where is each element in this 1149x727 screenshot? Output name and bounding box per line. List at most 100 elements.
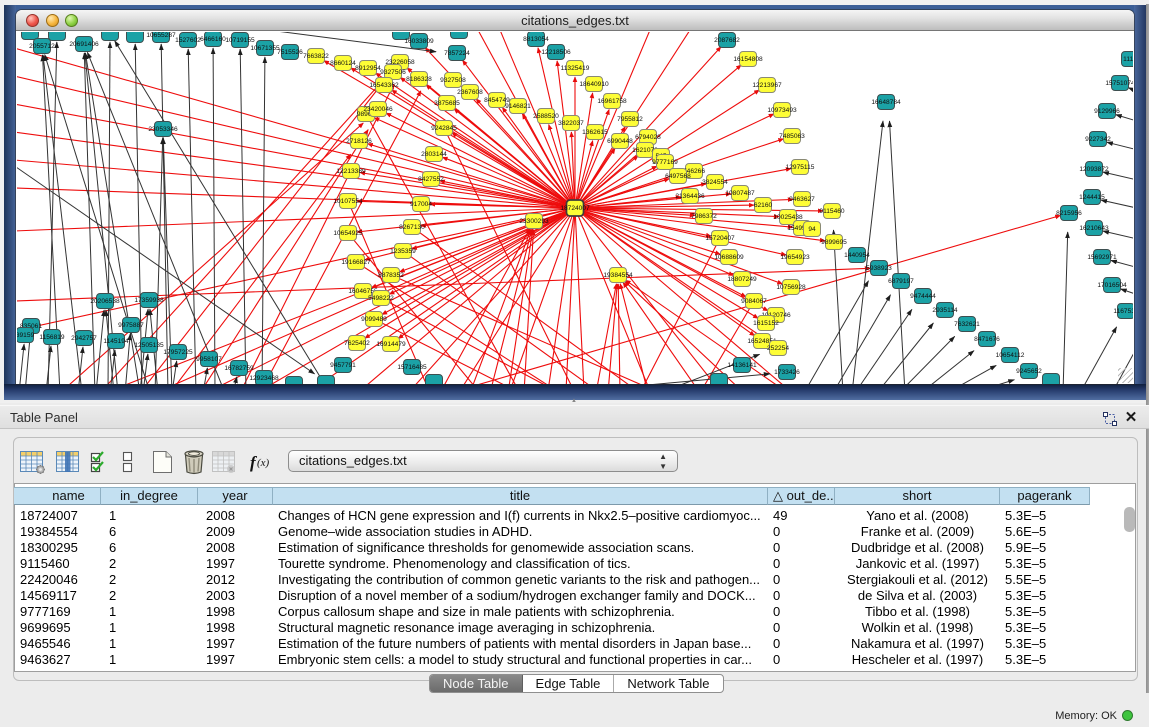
svg-text:18807249: 18807249 bbox=[727, 276, 757, 283]
svg-text:8427552: 8427552 bbox=[418, 176, 444, 183]
svg-text:2718126: 2718126 bbox=[346, 138, 372, 145]
svg-text:19166827: 19166827 bbox=[341, 259, 371, 266]
svg-text:9146821: 9146821 bbox=[505, 103, 531, 110]
svg-text:10688609: 10688609 bbox=[714, 254, 744, 261]
svg-text:9899695: 9899695 bbox=[821, 239, 847, 246]
svg-text:7515526: 7515526 bbox=[277, 49, 303, 56]
svg-text:17957225: 17957225 bbox=[163, 349, 193, 356]
svg-text:15751074: 15751074 bbox=[1105, 80, 1133, 87]
svg-text:15716485: 15716485 bbox=[397, 364, 427, 371]
svg-text:11325419: 11325419 bbox=[561, 65, 590, 72]
svg-text:94: 94 bbox=[808, 226, 816, 233]
svg-text:7625402: 7625402 bbox=[344, 340, 370, 347]
svg-text:1440954: 1440954 bbox=[844, 252, 870, 259]
svg-text:7857224: 7857224 bbox=[444, 50, 470, 57]
svg-text:12213967: 12213967 bbox=[752, 82, 782, 89]
svg-text:8660124: 8660124 bbox=[330, 60, 356, 67]
svg-text:12218506: 12218506 bbox=[541, 49, 571, 56]
svg-text:12505135: 12505135 bbox=[134, 342, 164, 349]
svg-text:9099489: 9099489 bbox=[361, 316, 387, 323]
svg-text:7955812: 7955812 bbox=[617, 116, 643, 123]
svg-text:9115460: 9115460 bbox=[819, 208, 845, 215]
svg-text:1235359: 1235359 bbox=[390, 248, 416, 255]
svg-text:9474444: 9474444 bbox=[910, 293, 936, 300]
svg-text:1615152: 1615152 bbox=[753, 320, 779, 327]
svg-text:9958107: 9958107 bbox=[196, 356, 222, 363]
svg-text:21364436: 21364436 bbox=[675, 193, 705, 200]
svg-text:1167533: 1167533 bbox=[1113, 308, 1133, 315]
svg-text:7663822: 7663822 bbox=[303, 53, 329, 60]
svg-text:9463627: 9463627 bbox=[789, 196, 815, 203]
svg-text:1244415: 1244415 bbox=[1079, 194, 1105, 201]
svg-text:8471676: 8471676 bbox=[974, 336, 1000, 343]
svg-text:2367608: 2367608 bbox=[457, 89, 483, 96]
svg-text:2942757: 2942757 bbox=[71, 335, 97, 342]
svg-text:19384554: 19384554 bbox=[603, 272, 633, 279]
svg-text:9084067: 9084067 bbox=[741, 298, 767, 305]
svg-text:1733426: 1733426 bbox=[774, 369, 800, 376]
svg-text:9327506: 9327506 bbox=[380, 69, 406, 76]
svg-text:23300293: 23300293 bbox=[519, 218, 549, 225]
svg-text:14136141: 14136141 bbox=[727, 362, 757, 369]
svg-text:16648784: 16648784 bbox=[871, 99, 901, 106]
svg-text:16961758: 16961758 bbox=[597, 98, 627, 105]
svg-text:10655287: 10655287 bbox=[146, 32, 176, 39]
svg-text:10756928: 10756928 bbox=[776, 284, 806, 291]
svg-text:1156819: 1156819 bbox=[39, 334, 65, 341]
svg-text:3824554: 3824554 bbox=[702, 179, 728, 186]
svg-text:39159: 39159 bbox=[17, 332, 34, 339]
svg-text:3822037: 3822037 bbox=[558, 120, 584, 127]
svg-text:18640910: 18640910 bbox=[579, 81, 609, 88]
svg-text:9327508: 9327508 bbox=[440, 77, 466, 84]
svg-text:10654925: 10654925 bbox=[333, 230, 363, 237]
svg-text:6466160: 6466160 bbox=[200, 36, 226, 43]
svg-text:7632621: 7632621 bbox=[954, 321, 980, 328]
svg-text:16543362: 16543362 bbox=[369, 82, 399, 89]
svg-text:10807487: 10807487 bbox=[725, 190, 755, 197]
svg-text:10973493: 10973493 bbox=[767, 107, 797, 114]
svg-text:1117: 1117 bbox=[1123, 56, 1133, 63]
svg-text:10671355: 10671355 bbox=[250, 45, 280, 52]
svg-text:2588520: 2588520 bbox=[533, 113, 559, 120]
svg-text:15720407: 15720407 bbox=[705, 235, 735, 242]
svg-text:6497568: 6497568 bbox=[665, 173, 691, 180]
svg-text:6990448: 6990448 bbox=[607, 138, 633, 145]
svg-text:2803144: 2803144 bbox=[421, 151, 447, 158]
svg-text:6879197: 6879197 bbox=[888, 278, 914, 285]
svg-text:1145194: 1145194 bbox=[103, 338, 129, 345]
svg-text:10719155: 10719155 bbox=[225, 37, 255, 44]
svg-text:16782759: 16782759 bbox=[224, 365, 254, 372]
svg-text:10654112: 10654112 bbox=[996, 352, 1025, 359]
svg-text:16210643: 16210643 bbox=[1079, 225, 1109, 232]
svg-text:17016504: 17016504 bbox=[1097, 282, 1127, 289]
svg-text:17359938: 17359938 bbox=[134, 297, 164, 304]
svg-text:20206538: 20206538 bbox=[90, 298, 120, 305]
svg-text:15692971: 15692971 bbox=[1087, 254, 1117, 261]
svg-text:19654923: 19654923 bbox=[780, 254, 810, 261]
svg-text:20691406: 20691406 bbox=[69, 41, 99, 48]
svg-text:9777169: 9777169 bbox=[652, 159, 678, 166]
svg-text:23420046: 23420046 bbox=[363, 106, 393, 113]
svg-text:5498222: 5498222 bbox=[368, 295, 394, 302]
svg-text:9129966: 9129966 bbox=[1094, 108, 1120, 115]
svg-text:9227342: 9227342 bbox=[1085, 136, 1111, 143]
svg-text:12975115: 12975115 bbox=[786, 164, 815, 171]
svg-text:2935114: 2935114 bbox=[932, 307, 958, 314]
svg-text:8267130: 8267130 bbox=[399, 224, 425, 231]
svg-text:6794028: 6794028 bbox=[635, 134, 661, 141]
svg-text:8215956: 8215956 bbox=[1056, 210, 1082, 217]
svg-text:1527602: 1527602 bbox=[175, 37, 201, 44]
svg-text:8186328: 8186328 bbox=[406, 76, 432, 83]
svg-text:8912954: 8912954 bbox=[355, 65, 381, 72]
svg-text:8813054: 8813054 bbox=[523, 36, 549, 43]
svg-text:2055712: 2055712 bbox=[29, 43, 55, 50]
svg-text:23053346: 23053346 bbox=[148, 126, 178, 133]
svg-text:9457791: 9457791 bbox=[330, 362, 356, 369]
svg-text:9975887: 9975887 bbox=[118, 322, 144, 329]
svg-text:9242845: 9242845 bbox=[431, 125, 457, 132]
svg-text:9245652: 9245652 bbox=[1016, 368, 1042, 375]
svg-text:18724007: 18724007 bbox=[560, 205, 590, 212]
svg-text:12093872: 12093872 bbox=[1079, 166, 1109, 173]
svg-text:12213389: 12213389 bbox=[336, 168, 366, 175]
svg-text:7986372: 7986372 bbox=[691, 213, 717, 220]
